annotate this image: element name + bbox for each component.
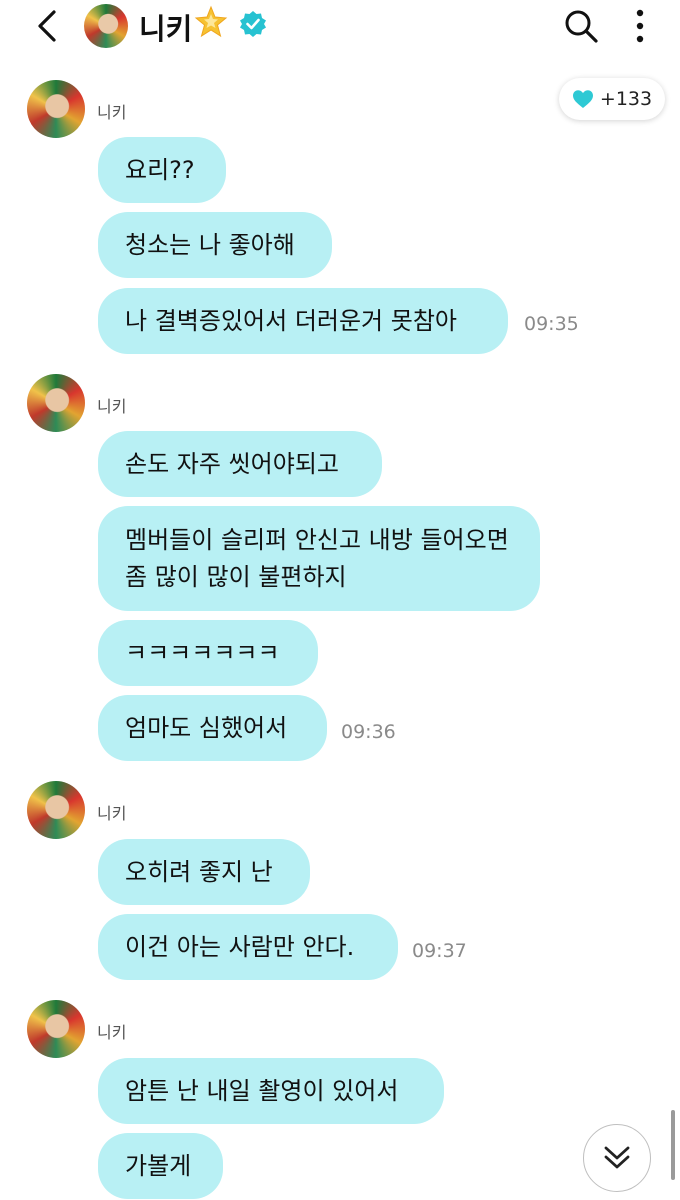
sender-name: 니키 (97, 1023, 127, 1042)
search-icon[interactable] (562, 7, 600, 45)
message-bubble[interactable]: 가볼게 (98, 1133, 223, 1199)
message-bubble[interactable]: 나 결벽증있어서 더러운거 못참아 (98, 288, 508, 354)
sender-name: 니키 (97, 804, 127, 823)
message-bubble[interactable]: 손도 자주 씻어야되고 (98, 431, 382, 497)
message-bubble[interactable]: 멤버들이 슬리퍼 안신고 내방 들어오면 좀 많이 많이 불편하지 (98, 506, 540, 611)
message-bubble[interactable]: ㅋㅋㅋㅋㅋㅋㅋ (98, 620, 318, 686)
chat-header: 니키 (0, 0, 680, 56)
scroll-to-bottom-button[interactable] (583, 1124, 651, 1192)
message-timestamp: 09:35 (524, 313, 579, 335)
sender-avatar[interactable] (27, 374, 85, 432)
chat-title: 니키 (139, 12, 193, 46)
message-bubble[interactable]: 오히려 좋지 난 (98, 839, 310, 905)
message-bubble[interactable]: 암튼 난 내일 촬영이 있어서 (98, 1058, 444, 1124)
message-timestamp: 09:36 (341, 721, 396, 743)
double-chevron-down-icon (604, 1146, 630, 1169)
sender-avatar[interactable] (27, 781, 85, 839)
verified-icon (240, 11, 266, 37)
header-avatar[interactable] (84, 4, 128, 48)
reaction-badge[interactable]: +133 (559, 78, 665, 120)
message-bubble[interactable]: 엄마도 심했어서 (98, 695, 327, 761)
message-bubble[interactable]: 이건 아는 사람만 안다. (98, 914, 398, 980)
sender-avatar[interactable] (27, 1000, 85, 1058)
message-timestamp: 09:37 (412, 940, 467, 962)
sender-avatar[interactable] (27, 80, 85, 138)
sender-name: 니키 (97, 397, 127, 416)
sender-name: 니키 (97, 103, 127, 122)
scrollbar[interactable] (671, 1110, 675, 1180)
heart-icon (572, 90, 593, 108)
star-icon (194, 5, 228, 38)
reaction-count: +133 (599, 88, 653, 110)
message-bubble[interactable]: 청소는 나 좋아해 (98, 212, 332, 278)
message-bubble[interactable]: 요리?? (98, 137, 226, 203)
more-icon[interactable] (628, 7, 652, 45)
back-icon[interactable] (30, 8, 66, 44)
